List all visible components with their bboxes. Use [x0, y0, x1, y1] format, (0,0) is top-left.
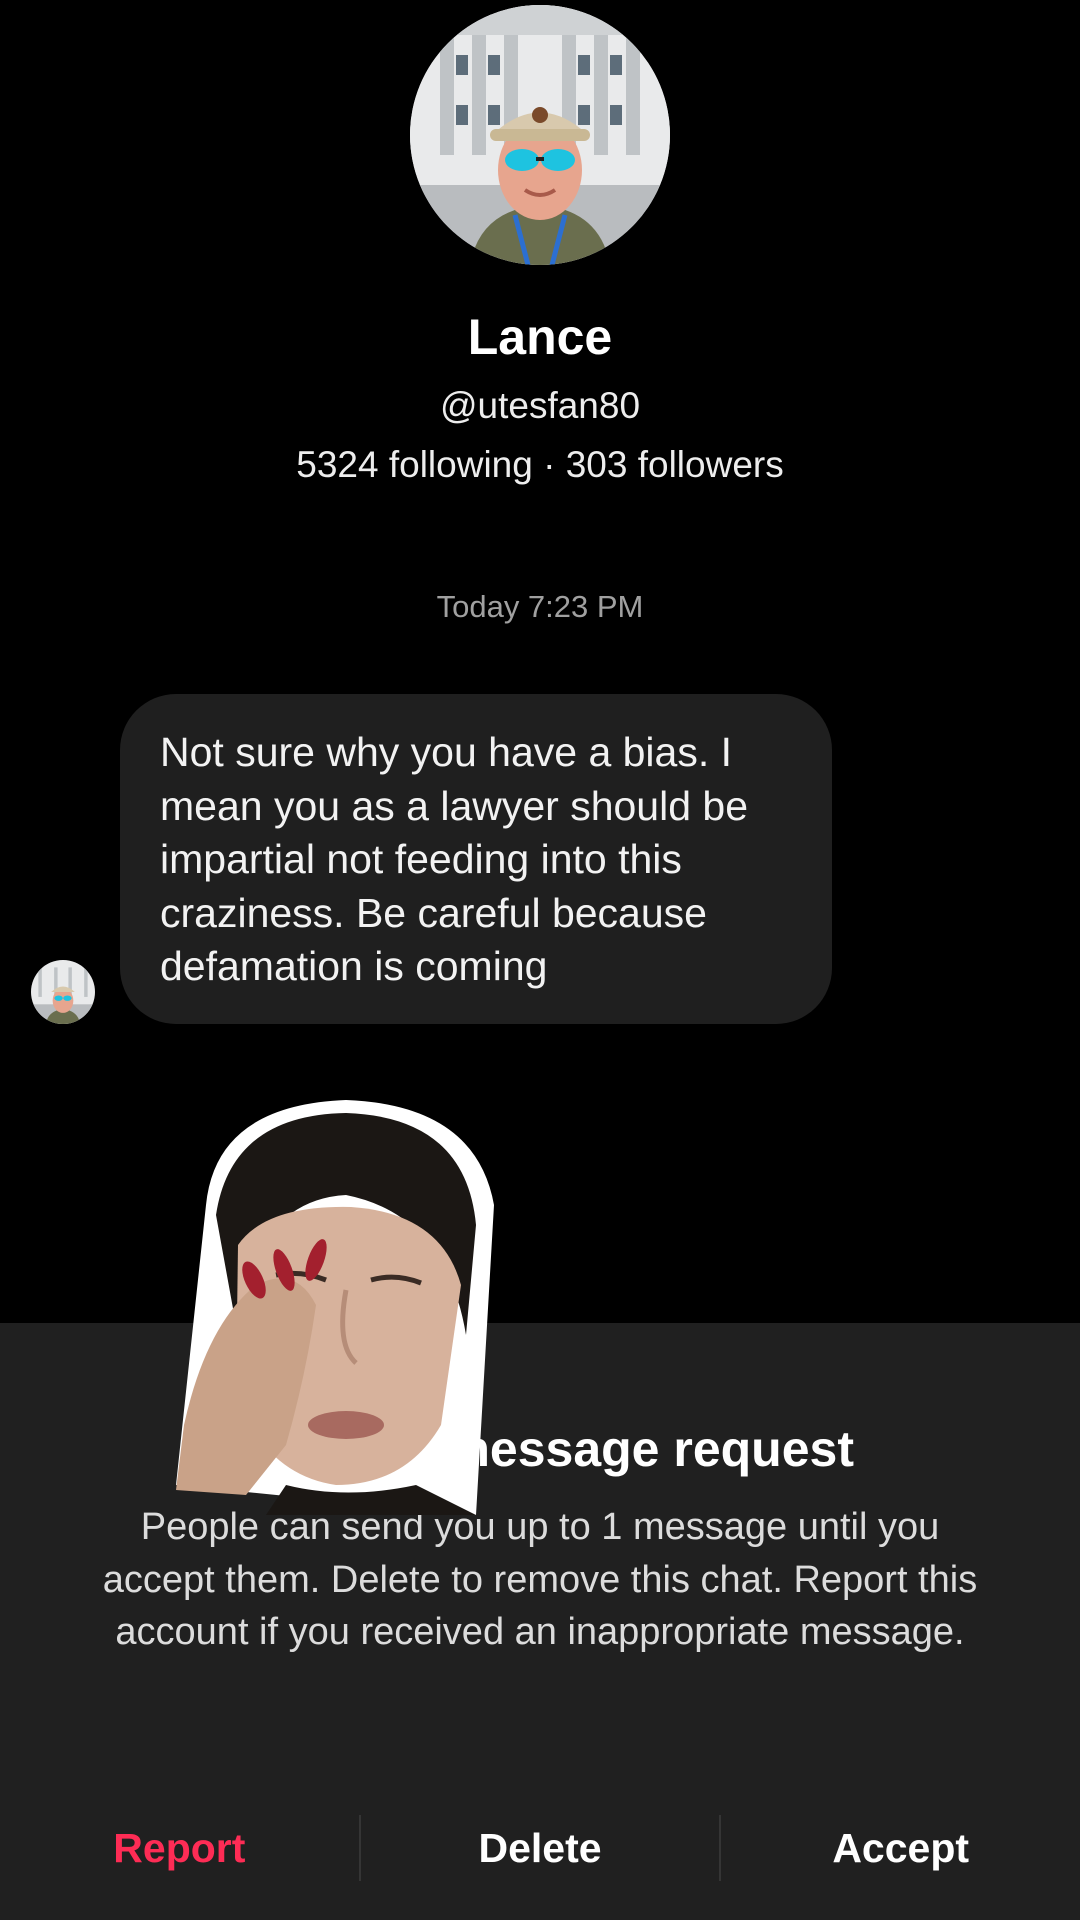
avatar-photo-icon: [31, 960, 95, 1024]
message-request-sheet: Lan ou a message request People can send…: [0, 1323, 1080, 1920]
report-button[interactable]: Report: [0, 1818, 359, 1878]
sheet-description: People can send you up to 1 message unti…: [102, 1506, 978, 1653]
person-cutout-icon: [176, 1100, 494, 1515]
overlay-person-sticker: [176, 1095, 516, 1515]
profile-handle: @utesfan80: [439, 385, 641, 426]
accept-button[interactable]: Accept: [721, 1818, 1080, 1878]
profile-stats: 5324 following · 303 followers: [296, 444, 784, 485]
message-bubble[interactable]: Not sure why you have a bias. I mean you…: [120, 694, 832, 1024]
profile-name: Lance: [467, 309, 613, 365]
delete-button[interactable]: Delete: [361, 1818, 720, 1878]
sheet-actions: Report Delete Accept: [0, 1793, 1080, 1903]
sender-avatar[interactable]: [31, 960, 95, 1024]
profile-avatar[interactable]: [410, 5, 670, 265]
message-timestamp: Today 7:23 PM: [436, 589, 644, 624]
sheet-title: Lan ou a message request: [225, 1421, 854, 1477]
avatar-photo-icon: [410, 5, 670, 265]
